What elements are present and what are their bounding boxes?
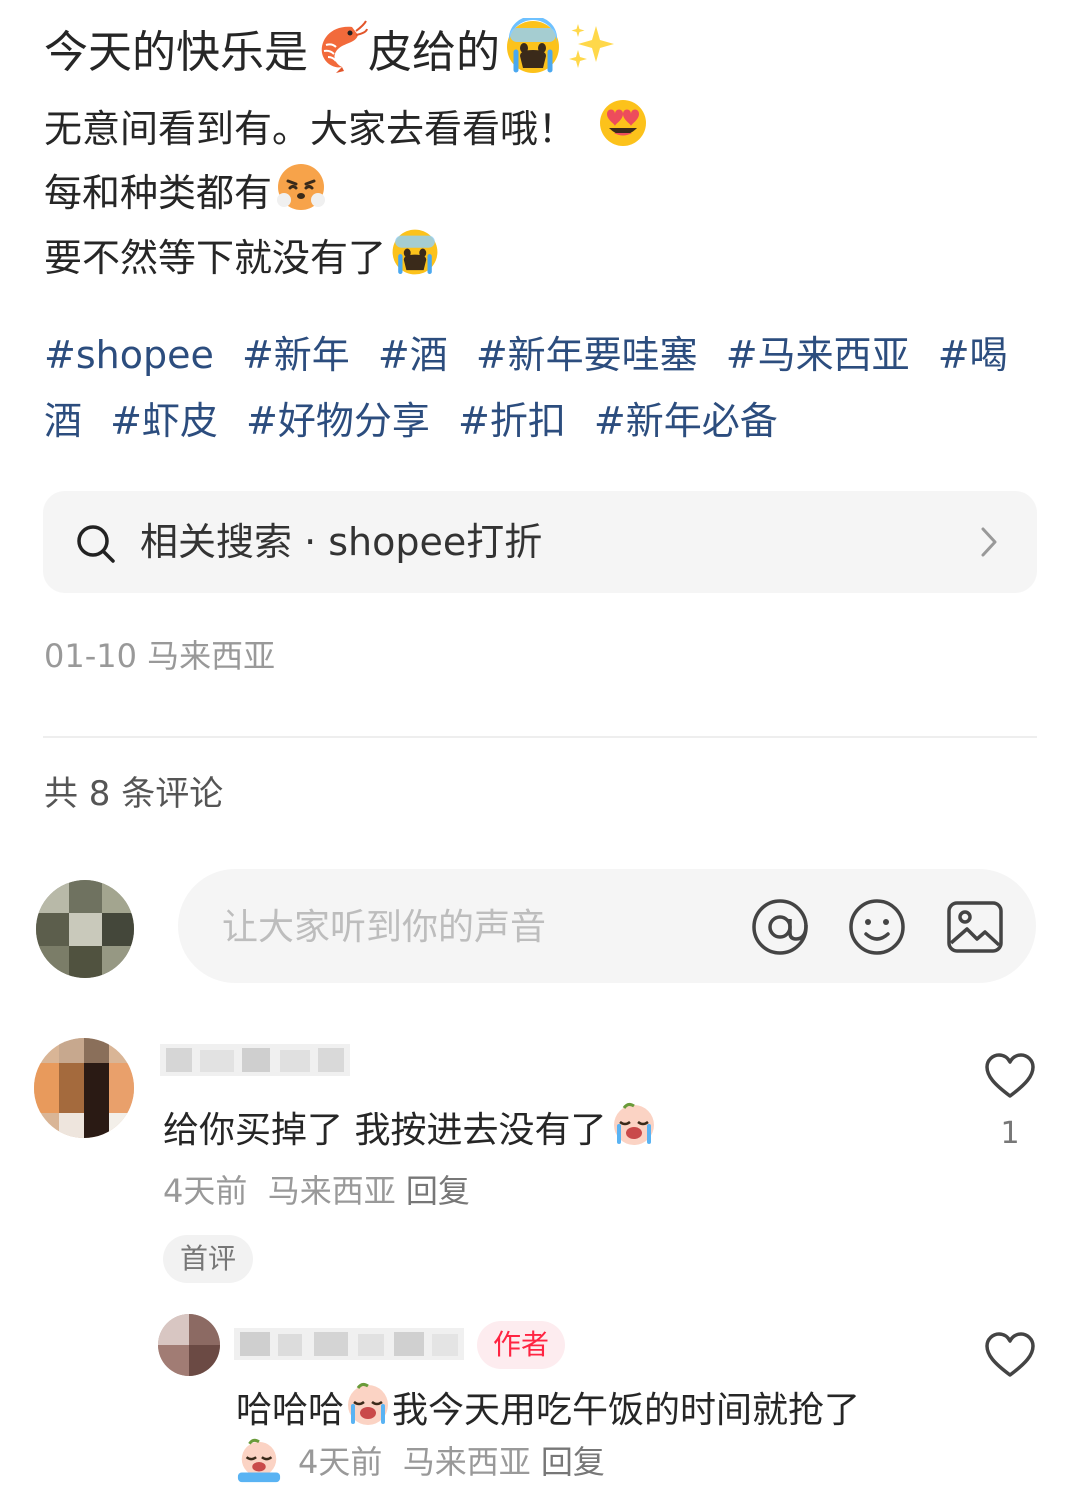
divider bbox=[43, 736, 1037, 738]
post-meta: 01-10 马来西亚 bbox=[44, 632, 275, 680]
post-line-2-text: 每和种类都有 bbox=[44, 171, 273, 215]
hashtag-link[interactable]: #好物分享 bbox=[246, 399, 430, 443]
search-icon bbox=[75, 523, 117, 569]
hashtag-link[interactable]: #新年必备 bbox=[594, 399, 778, 443]
post-line-3-text: 要不然等下就没有了 bbox=[44, 236, 387, 280]
avatar[interactable] bbox=[36, 880, 134, 978]
comment-meta: 4天前 马来西亚 回复 bbox=[298, 1438, 605, 1486]
comment-meta: 4天前 马来西亚 回复 bbox=[163, 1167, 470, 1215]
post-title-text-2: 皮给的 bbox=[368, 27, 500, 78]
smiley-icon[interactable] bbox=[847, 897, 907, 961]
reply-button[interactable]: 回复 bbox=[541, 1443, 605, 1481]
post-line-1-text: 无意间看到有。大家去看看哦！ bbox=[44, 107, 577, 151]
hashtag-link[interactable]: #折扣 bbox=[458, 399, 566, 443]
hashtag-link[interactable]: #虾皮 bbox=[110, 399, 218, 443]
comment-text-prefix: 哈哈哈 bbox=[236, 1390, 345, 1431]
steaming-face-icon bbox=[276, 162, 326, 229]
crying-face-icon bbox=[344, 1380, 392, 1444]
hashtag-link[interactable]: #shopee bbox=[44, 333, 214, 377]
hashtag-link[interactable]: #新年 bbox=[242, 333, 350, 377]
comment-username[interactable] bbox=[160, 1040, 350, 1084]
heart-icon[interactable] bbox=[984, 1052, 1036, 1104]
chevron-right-icon bbox=[979, 525, 999, 563]
post-title-text: 今天的快乐是 bbox=[44, 27, 308, 78]
heart-icon[interactable] bbox=[984, 1331, 1036, 1383]
sparkles-icon bbox=[566, 20, 620, 90]
crying-face-icon bbox=[504, 16, 562, 92]
avatar[interactable] bbox=[158, 1314, 220, 1376]
post-title: 今天的快乐是 皮给的 bbox=[44, 16, 620, 92]
post-date: 01-10 bbox=[44, 637, 137, 675]
crying-face-icon bbox=[236, 1438, 282, 1488]
post-line-2: 每和种类都有 bbox=[44, 162, 326, 229]
crying-face-icon bbox=[390, 227, 440, 294]
post-line-3: 要不然等下就没有了 bbox=[44, 227, 440, 294]
related-search-bar[interactable]: 相关搜索 · shopee打折 bbox=[43, 491, 1037, 593]
comment-location: 马来西亚 bbox=[402, 1443, 531, 1481]
hashtag-list: #shopee #新年 #酒 #新年要哇塞 #马来西亚 #喝酒 #虾皮 #好物分… bbox=[44, 322, 1034, 454]
first-comment-badge: 首评 bbox=[163, 1235, 253, 1283]
comment-input-box[interactable] bbox=[178, 869, 1036, 983]
hashtag-link[interactable]: #新年要哇塞 bbox=[476, 333, 698, 377]
comment-text-content: 我今天用吃午饭的时间就抢了 bbox=[392, 1390, 861, 1431]
comment-input[interactable] bbox=[220, 899, 744, 955]
shrimp-icon bbox=[312, 19, 368, 91]
post-location: 马来西亚 bbox=[147, 637, 276, 675]
related-search-text: 相关搜索 · shopee打折 bbox=[140, 520, 543, 564]
comment-time: 4天前 bbox=[163, 1172, 248, 1210]
comment-text: 给你买掉了 我按进去没有了 bbox=[163, 1100, 658, 1164]
like-count: 1 bbox=[1000, 1116, 1020, 1151]
comment-location: 马来西亚 bbox=[267, 1172, 396, 1210]
comment-time: 4天前 bbox=[298, 1443, 383, 1481]
hashtag-link[interactable]: #酒 bbox=[378, 333, 448, 377]
comment-count: 共 8 条评论 bbox=[44, 774, 224, 814]
crying-face-icon bbox=[610, 1100, 658, 1164]
post-line-1: 无意间看到有。大家去看看哦！ bbox=[44, 98, 648, 165]
comment-text: 哈哈哈 我今天用吃午饭的时间就抢了 bbox=[236, 1380, 860, 1444]
image-icon[interactable] bbox=[945, 897, 1005, 961]
comment-username[interactable] bbox=[234, 1324, 464, 1368]
comment-text-content: 给你买掉了 我按进去没有了 bbox=[163, 1110, 607, 1151]
hashtag-link[interactable]: #马来西亚 bbox=[726, 333, 910, 377]
at-icon[interactable] bbox=[750, 897, 810, 961]
reply-button[interactable]: 回复 bbox=[406, 1172, 470, 1210]
author-badge: 作者 bbox=[477, 1321, 565, 1369]
heart-eyes-face-icon bbox=[598, 98, 648, 165]
avatar[interactable] bbox=[34, 1038, 134, 1138]
